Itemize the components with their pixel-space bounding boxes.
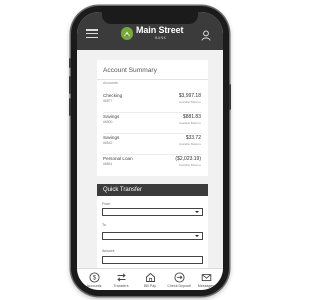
account-balance: $33.72: [185, 135, 201, 141]
tab-messages[interactable]: Messages: [194, 272, 218, 288]
volume-down-button: [69, 98, 71, 116]
tab-label: Messages: [197, 284, 215, 288]
tab-accounts[interactable]: $ Accounts: [82, 272, 106, 288]
account-number: #6800: [103, 120, 113, 124]
account-name: Personal Loan: [103, 156, 133, 161]
tab-label: Accounts: [86, 284, 102, 288]
tab-bill-pay[interactable]: Bill Pay: [138, 272, 162, 288]
bank-logo-icon: [121, 27, 133, 40]
account-name: Checking: [103, 93, 123, 98]
available-balance-label: Available Balance: [178, 121, 201, 125]
power-button: [229, 84, 231, 110]
brand-subtitle: BANK: [155, 36, 167, 40]
from-select[interactable]: [102, 208, 203, 216]
quick-transfer-form: From To Amount: [97, 196, 208, 276]
account-name: Savings: [103, 135, 120, 140]
volume-up-button: [69, 76, 71, 94]
bottom-tab-bar: $ Accounts Transfers Bill Pay Check Depo…: [77, 268, 223, 290]
divider: [103, 112, 202, 113]
tab-check-deposit[interactable]: Check Deposit: [167, 272, 191, 288]
hamburger-menu-icon[interactable]: [86, 29, 98, 39]
account-row-savings[interactable]: Savings #6800 $881.83 Available Balance: [97, 114, 208, 134]
from-label: From: [102, 202, 111, 206]
tab-label: Transfers: [113, 284, 129, 288]
mute-switch: [69, 58, 71, 68]
quick-transfer-header: Quick Transfer: [97, 184, 208, 196]
account-number: #8861: [103, 162, 113, 166]
divider: [97, 79, 208, 80]
dollar-circle-icon: $: [88, 272, 100, 283]
available-balance-label: Available Balance: [178, 163, 201, 167]
account-number: #6877: [103, 99, 113, 103]
account-name: Savings: [103, 114, 120, 119]
transfer-arrows-icon: [116, 273, 126, 282]
svg-text:$: $: [92, 276, 96, 282]
to-select[interactable]: [102, 232, 203, 240]
account-summary-title: Account Summary: [103, 67, 157, 74]
phone-screen: Main Street BANK Account Summary Account…: [77, 12, 223, 290]
chevron-down-icon: [195, 211, 199, 214]
account-balance: ($2,023.19): [175, 156, 201, 162]
available-balance-label: Available Balance: [178, 142, 201, 146]
chevron-down-icon: [195, 235, 199, 238]
accounts-section-label: Accounts: [103, 81, 118, 85]
mail-icon: [201, 274, 211, 282]
tab-label: Check Deposit: [167, 284, 191, 288]
account-balance: $3,997.18: [178, 93, 201, 99]
account-balance: $881.83: [182, 114, 201, 120]
to-label: To: [102, 223, 106, 227]
check-deposit-icon: [173, 272, 185, 283]
account-row-savings-2[interactable]: Savings #8542 $33.72 Available Balance: [97, 135, 208, 155]
amount-input[interactable]: [102, 256, 203, 264]
tab-transfers[interactable]: Transfers: [109, 272, 133, 288]
account-number: #8542: [103, 141, 113, 145]
bill-pay-icon: [145, 272, 155, 282]
brand-name: Main Street: [136, 25, 184, 35]
user-profile-icon[interactable]: [201, 28, 211, 41]
quick-transfer-title: Quick Transfer: [103, 187, 143, 193]
amount-label: Amount: [102, 249, 115, 253]
account-row-personal-loan[interactable]: Personal Loan #8861 ($2,023.19) Availabl…: [97, 156, 208, 176]
phone-notch: [102, 12, 198, 24]
account-summary-card: Account Summary Accounts Checking #6877 …: [97, 60, 208, 176]
account-row-checking[interactable]: Checking #6877 $3,997.18 Available Balan…: [97, 93, 208, 113]
available-balance-label: Available Balance: [178, 100, 201, 104]
tab-label: Bill Pay: [144, 284, 156, 288]
divider: [103, 133, 202, 134]
divider: [103, 154, 202, 155]
